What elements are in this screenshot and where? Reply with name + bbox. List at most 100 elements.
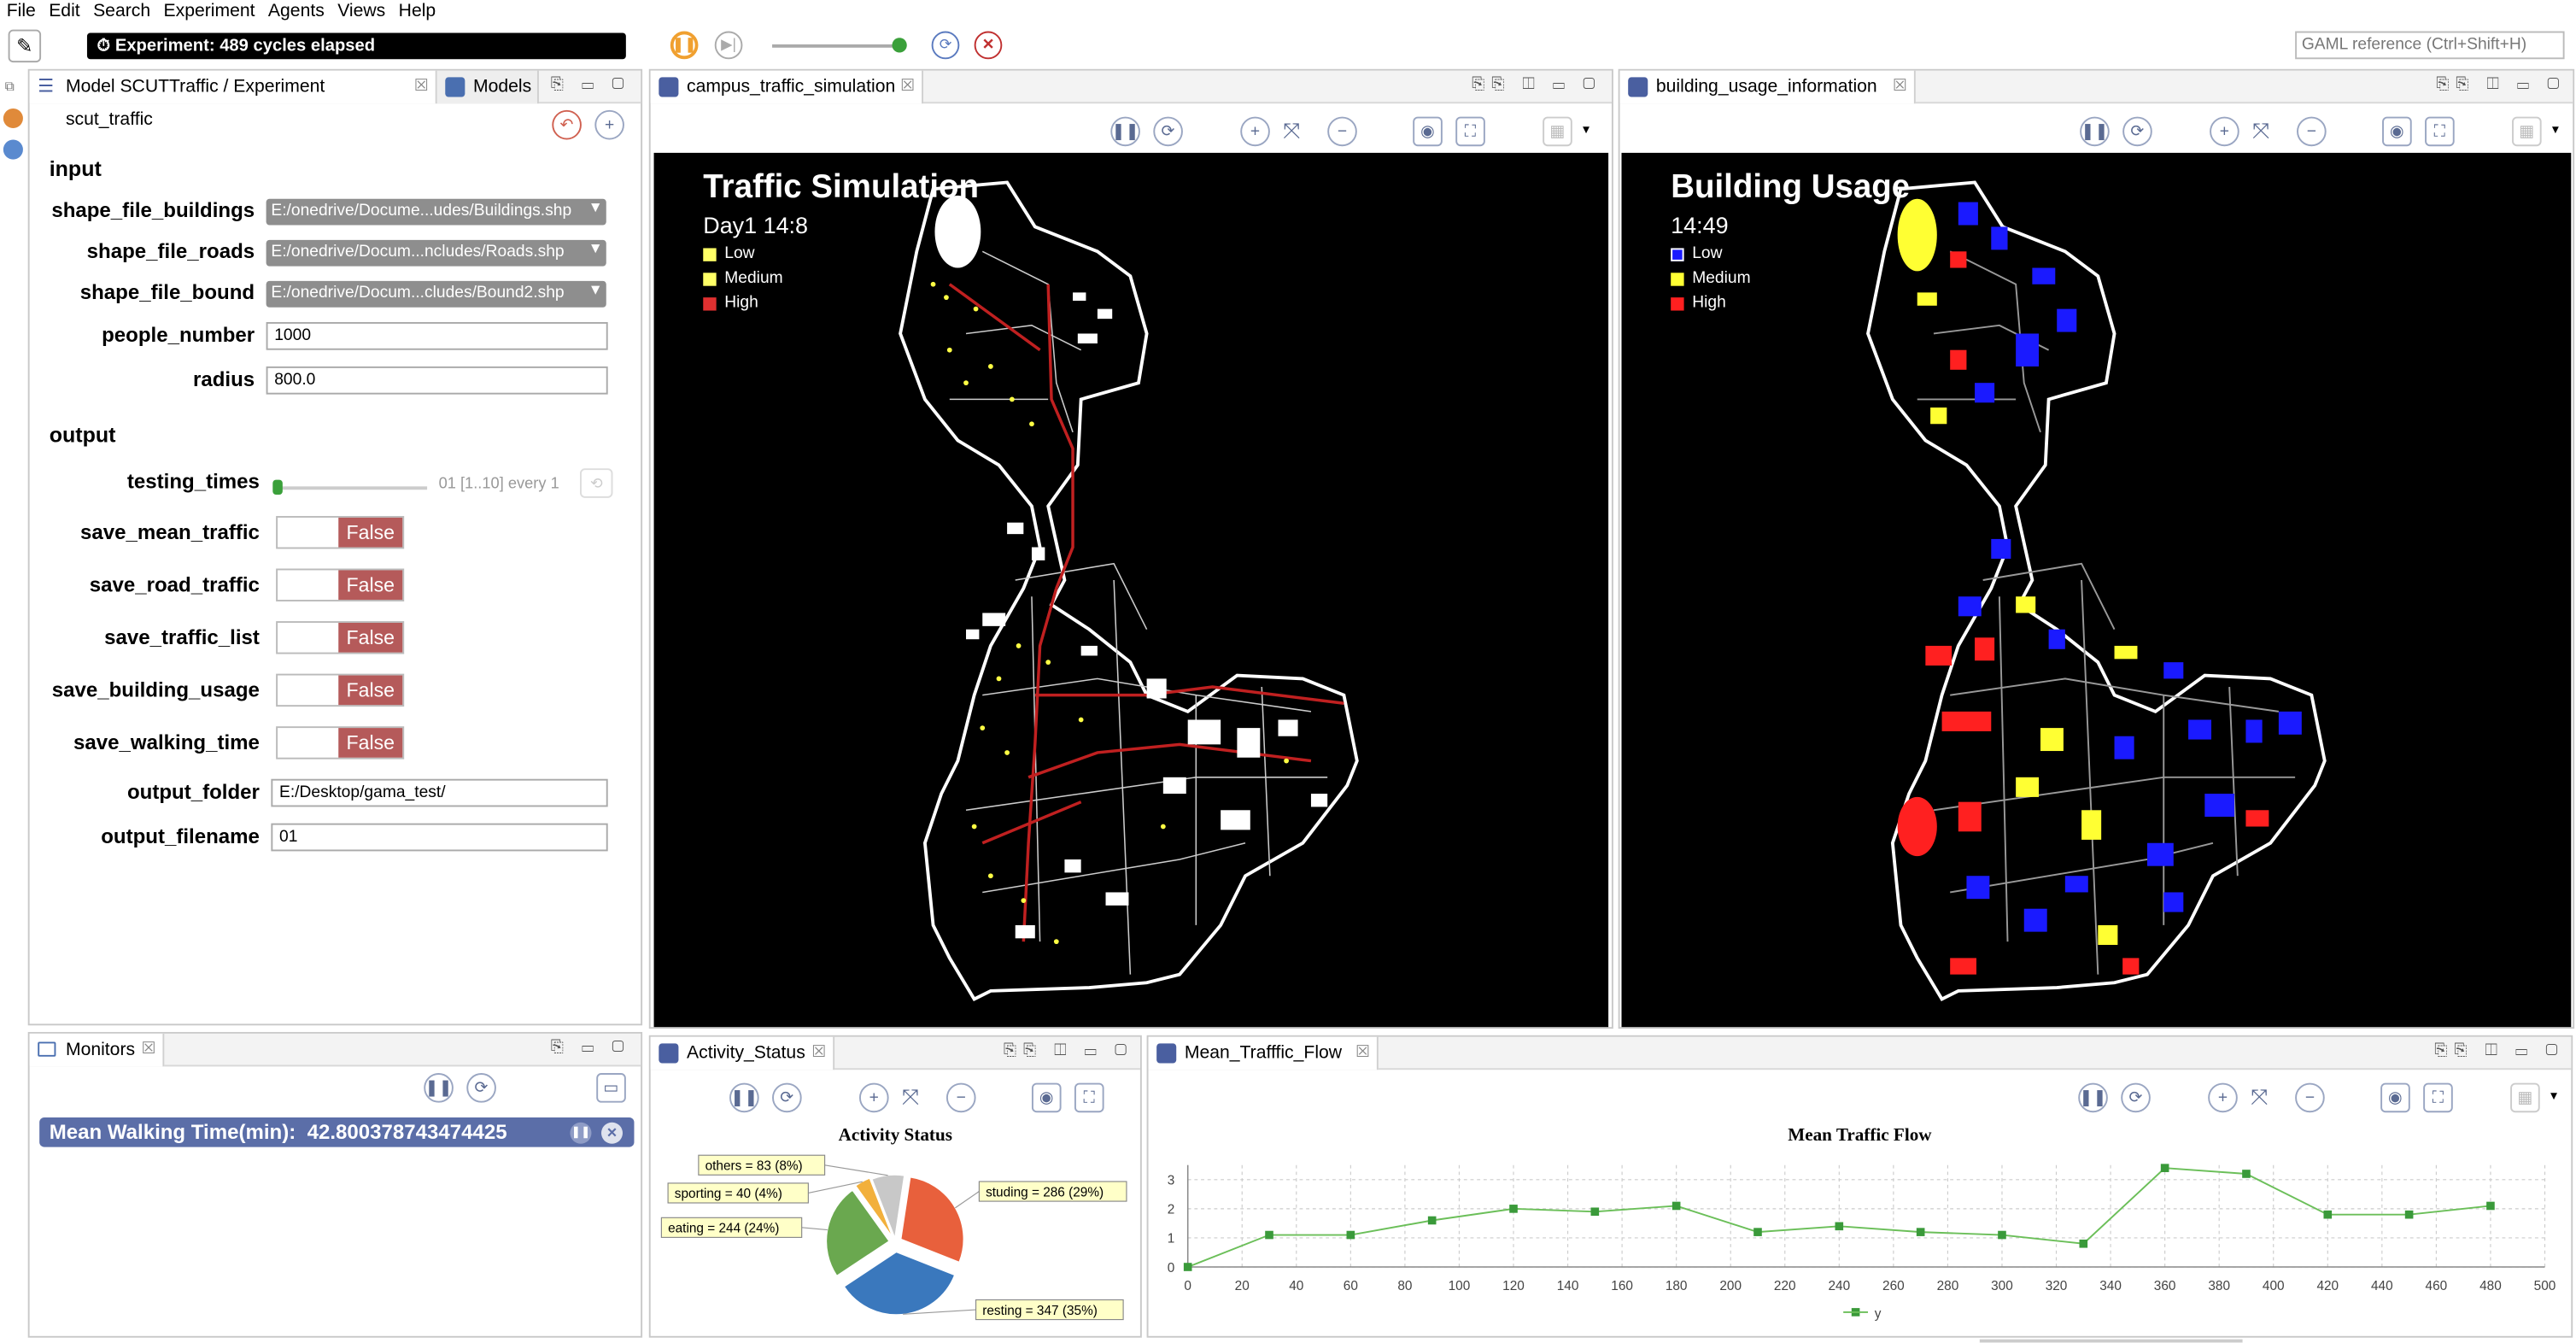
save-walking-time-toggle[interactable]: False: [276, 726, 405, 759]
chevron-down-icon[interactable]: ▼: [1580, 125, 1591, 136]
fullscreen-icon[interactable]: ⛶: [1455, 116, 1485, 147]
traffic-map[interactable]: Traffic Simulation Day1 14:8 Low Medium …: [653, 152, 1609, 1028]
overlay-icon[interactable]: ▦: [2512, 116, 2542, 147]
scrollbar[interactable]: [1979, 1339, 2243, 1343]
view-controls[interactable]: ⎘⎘ ◫ ▭ ▢: [2434, 1041, 2564, 1059]
save-road-traffic-toggle[interactable]: False: [276, 568, 405, 602]
tab-experiment-parameters[interactable]: ☰ Model SCUTTraffic / Experiment scut_tr…: [29, 70, 437, 130]
output-filename-input[interactable]: 01: [271, 823, 608, 852]
view-controls[interactable]: ⎘⎘ ◫ ▭ ▢: [1004, 1041, 1133, 1059]
camera-icon[interactable]: ◉: [2380, 1082, 2410, 1113]
output-folder-input[interactable]: E:/Desktop/gama_test/: [271, 778, 608, 807]
camera-icon[interactable]: ◉: [2382, 116, 2412, 147]
view-controls[interactable]: ⎘⎘ ◫ ▭ ▢: [2436, 75, 2566, 93]
reset-icon[interactable]: ⟲: [579, 468, 613, 498]
console-icon[interactable]: [3, 139, 23, 160]
zoom-in-icon[interactable]: +: [1240, 116, 1270, 147]
pause-view-icon[interactable]: ❚❚: [1110, 116, 1140, 147]
shape-file-bound-select[interactable]: E:/onedrive/Docum...cludes/Bound2.shp: [266, 280, 606, 308]
fit-view-icon[interactable]: ⤧: [902, 1085, 919, 1111]
tab-models[interactable]: Models: [436, 70, 539, 104]
revert-icon[interactable]: ↶: [552, 109, 582, 140]
close-tab-icon[interactable]: ☒: [900, 71, 915, 103]
reload-icon[interactable]: ⟳: [931, 31, 960, 60]
speed-slider-handle[interactable]: [892, 38, 907, 53]
fit-view-icon[interactable]: ⤧: [2252, 118, 2269, 144]
camera-icon[interactable]: ◉: [1031, 1082, 1062, 1113]
pause-monitor-icon[interactable]: ❚❚: [424, 1073, 454, 1103]
panel-controls[interactable]: ⎘ ▭ ▢: [551, 75, 631, 93]
menu-file[interactable]: File: [0, 0, 43, 23]
close-tab-icon[interactable]: ☒: [141, 1034, 155, 1066]
zoom-out-icon[interactable]: −: [2295, 1082, 2325, 1113]
sync-icon[interactable]: ⟳: [466, 1073, 496, 1103]
building-map[interactable]: Building Usage 14:49 Low Medium High: [1621, 152, 2572, 1028]
panel-controls[interactable]: ⎘ ▭ ▢: [551, 1039, 631, 1057]
add-icon[interactable]: +: [594, 109, 624, 140]
testing-times-handle[interactable]: [272, 479, 283, 495]
zoom-out-icon[interactable]: −: [2297, 116, 2327, 147]
shape-file-roads-select[interactable]: E:/onedrive/Docum...ncludes/Roads.shp: [266, 239, 606, 267]
sync-icon[interactable]: ⟳: [2121, 1082, 2151, 1113]
close-icon[interactable]: ✕: [601, 1122, 624, 1144]
tab-monitors[interactable]: Monitors ☒: [29, 1033, 165, 1067]
shape-file-buildings-select[interactable]: E:/onedrive/Docume...udes/Buildings.shp: [266, 198, 606, 226]
close-tab-icon[interactable]: ☒: [414, 71, 429, 103]
pause-view-icon[interactable]: ❚❚: [2078, 1082, 2108, 1113]
dropdown-icon[interactable]: ▼: [588, 199, 603, 215]
close-tab-icon[interactable]: ☒: [811, 1037, 826, 1070]
close-tab-icon[interactable]: ☒: [1355, 1037, 1370, 1070]
fullscreen-icon[interactable]: ⛶: [2423, 1082, 2453, 1113]
zoom-out-icon[interactable]: −: [946, 1082, 976, 1113]
dropdown-icon[interactable]: ▼: [588, 281, 603, 297]
x-tick-label: 160: [1611, 1279, 1633, 1293]
chevron-down-icon[interactable]: ▼: [2550, 125, 2561, 136]
sync-icon[interactable]: ⟳: [772, 1082, 802, 1113]
fullscreen-icon[interactable]: ⛶: [1074, 1082, 1104, 1113]
menu-agents[interactable]: Agents: [261, 0, 331, 23]
gaml-reference-search[interactable]: GAML reference (Ctrl+Shift+H): [2295, 31, 2565, 60]
sync-icon[interactable]: ⟳: [1153, 116, 1183, 147]
agents-icon[interactable]: [3, 108, 23, 129]
pause-icon[interactable]: ❚❚: [670, 31, 699, 60]
menu-views[interactable]: Views: [331, 0, 391, 23]
fit-view-icon[interactable]: ⤧: [1283, 118, 1300, 144]
tab-mean-traffic-flow[interactable]: Mean_Trafffic_Flow ☒: [1148, 1036, 1379, 1070]
zoom-out-icon[interactable]: −: [1327, 116, 1357, 147]
fit-view-icon[interactable]: ⤧: [2251, 1085, 2268, 1111]
view-controls[interactable]: ⎘⎘ ◫ ▭ ▢: [1472, 75, 1601, 93]
save-traffic-list-toggle[interactable]: False: [276, 621, 405, 654]
close-tab-icon[interactable]: ☒: [1893, 71, 1907, 103]
zoom-in-icon[interactable]: +: [2208, 1082, 2238, 1113]
close-experiment-icon[interactable]: ✕: [974, 31, 1003, 60]
overlay-icon[interactable]: ▦: [2510, 1082, 2540, 1113]
tab-activity-status[interactable]: Activity_Status ☒: [650, 1036, 835, 1070]
sync-icon[interactable]: ⟳: [2122, 116, 2152, 147]
restore-icon[interactable]: ⧉: [5, 79, 21, 95]
pause-view-icon[interactable]: ❚❚: [729, 1082, 759, 1113]
tab-building-usage-information[interactable]: building_usage_information ☒: [1619, 70, 1916, 104]
people-number-input[interactable]: 1000: [266, 322, 608, 350]
overlay-icon[interactable]: ▦: [1543, 116, 1572, 147]
pause-icon[interactable]: ❚❚: [570, 1122, 592, 1144]
save-building-usage-toggle[interactable]: False: [276, 673, 405, 707]
testing-times-slider[interactable]: [276, 486, 428, 490]
chevron-down-icon[interactable]: ▼: [2548, 1091, 2559, 1102]
menu-experiment[interactable]: Experiment: [157, 0, 261, 23]
menu-search[interactable]: Search: [86, 0, 156, 23]
save-mean-traffic-toggle[interactable]: False: [276, 515, 405, 549]
new-monitor-icon[interactable]: ▭: [596, 1073, 626, 1103]
radius-input[interactable]: 800.0: [266, 366, 608, 395]
pause-view-icon[interactable]: ❚❚: [2080, 116, 2110, 147]
edit-icon[interactable]: ✎: [8, 29, 42, 63]
dropdown-icon[interactable]: ▼: [588, 240, 603, 256]
zoom-in-icon[interactable]: +: [2210, 116, 2239, 147]
tab-campus-traffic-simulation[interactable]: campus_traffic_simulation ☒: [650, 70, 924, 104]
step-icon[interactable]: ▶|: [714, 31, 743, 60]
zoom-in-icon[interactable]: +: [858, 1082, 889, 1113]
menu-edit[interactable]: Edit: [43, 0, 87, 23]
fullscreen-icon[interactable]: ⛶: [2425, 116, 2455, 147]
menu-help[interactable]: Help: [392, 0, 442, 23]
camera-icon[interactable]: ◉: [1413, 116, 1443, 147]
speed-slider-track[interactable]: [772, 44, 901, 48]
